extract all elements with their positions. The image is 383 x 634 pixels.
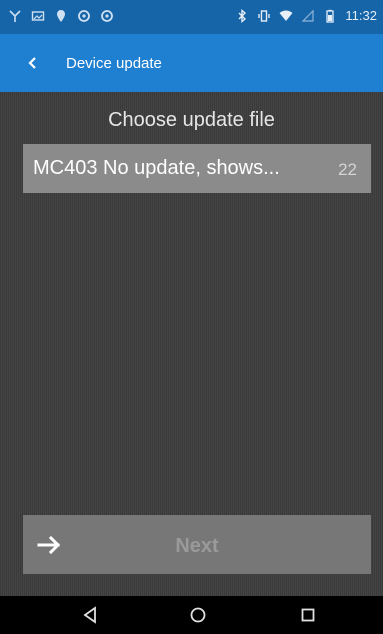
file-list-item[interactable]: MC403 No update, shows... 22 (23, 144, 371, 193)
battery-icon (326, 9, 335, 23)
device-screen: 11:32 Device update Choose update file M… (0, 0, 383, 634)
section-heading: Choose update file (108, 109, 275, 131)
file-name: MC403 No update, shows... (33, 157, 280, 179)
nav-back-button[interactable] (78, 604, 102, 626)
system-icons: 11:32 (235, 8, 377, 23)
file-size: 22 (338, 160, 357, 179)
app-bar: Device update (0, 34, 383, 92)
notification-icons (8, 9, 114, 23)
navigation-bar (0, 596, 383, 634)
signal-icon (301, 9, 315, 22)
usb-icon (9, 10, 21, 22)
recents-square-icon (301, 608, 315, 622)
back-button[interactable] (20, 50, 46, 76)
bluetooth-icon (238, 8, 247, 23)
next-button[interactable]: Next (23, 515, 371, 574)
main-content: Choose update file MC403 No update, show… (0, 92, 383, 596)
nav-recents-button[interactable] (296, 604, 320, 626)
page-title: Device update (66, 55, 162, 72)
status-bar: 11:32 (0, 0, 383, 34)
sync-icon (78, 10, 90, 22)
chevron-left-icon (28, 57, 36, 69)
next-button-label: Next (175, 535, 219, 557)
wifi-icon (279, 10, 293, 21)
back-triangle-icon (83, 606, 96, 624)
nav-home-button[interactable] (186, 604, 210, 626)
location-pin-icon (57, 10, 65, 22)
home-circle-icon (190, 607, 206, 623)
vibrate-icon (258, 9, 271, 22)
sync-icon-2 (101, 10, 113, 22)
clock: 11:32 (345, 8, 377, 23)
image-icon (31, 11, 45, 21)
